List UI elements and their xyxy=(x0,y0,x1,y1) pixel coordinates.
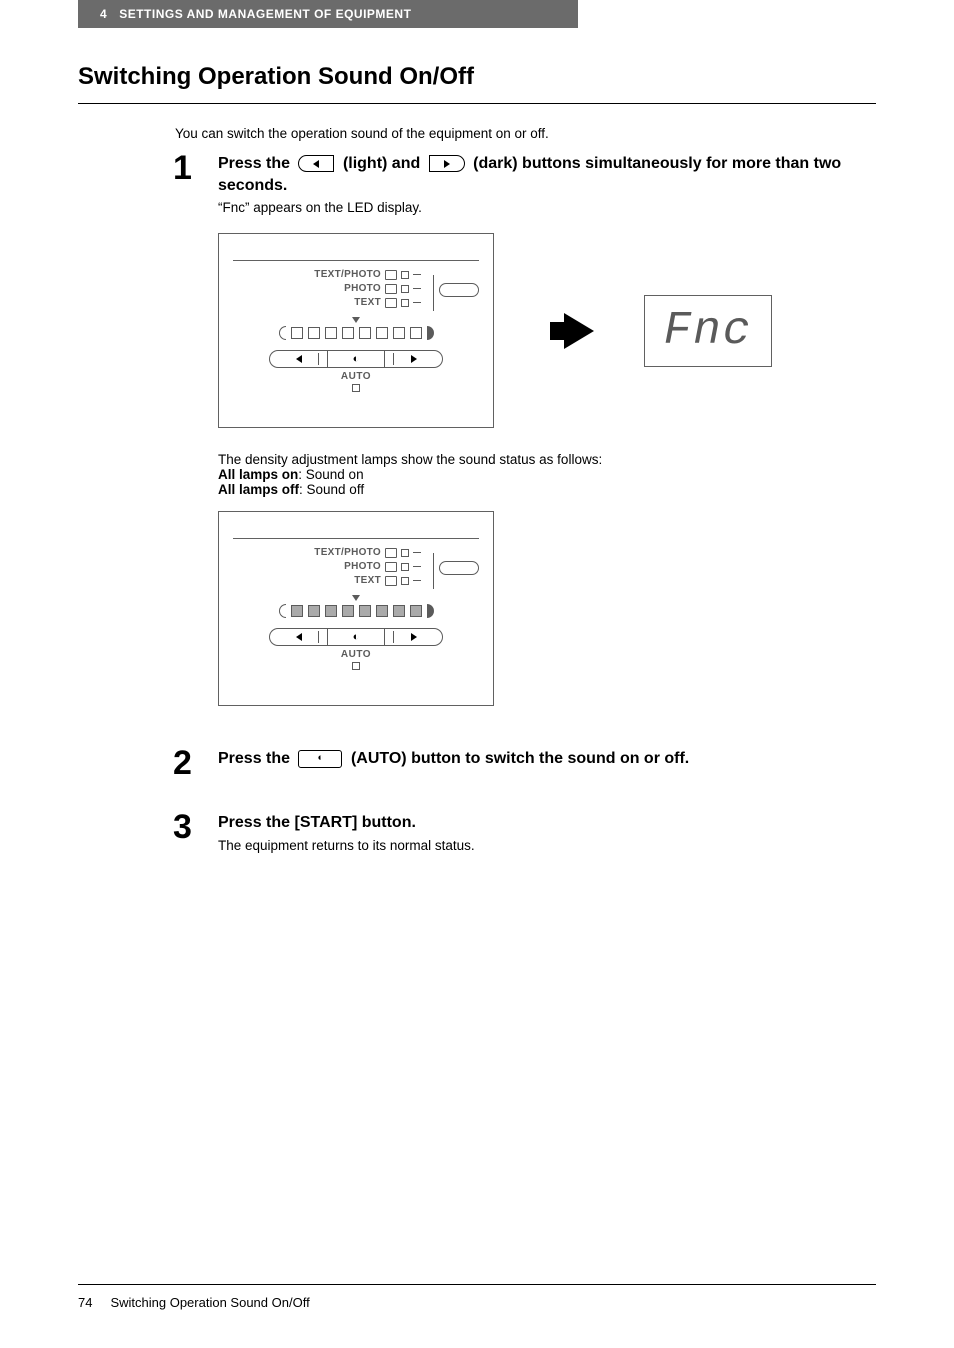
mode-select-button xyxy=(439,283,479,297)
density-controls: ◐ xyxy=(233,628,479,646)
step-number: 1 xyxy=(173,151,218,215)
step-note: “Fnc” appears on the LED display. xyxy=(218,200,876,215)
mode-label: PHOTO xyxy=(303,283,381,294)
status-on-desc: : Sound on xyxy=(298,467,363,482)
status-off-label: All lamps off xyxy=(218,482,299,497)
arrow-right-icon xyxy=(564,313,594,349)
footer-title: Switching Operation Sound On/Off xyxy=(110,1295,309,1310)
control-panel-diagram: TEXT/PHOTO PHOTO TEXT ◐ AUTO xyxy=(218,233,494,428)
page-number: 74 xyxy=(78,1295,92,1310)
chapter-number: 4 xyxy=(100,7,107,21)
chapter-header: 4 SETTINGS AND MANAGEMENT OF EQUIPMENT xyxy=(78,0,578,28)
density-controls: ◐ xyxy=(233,350,479,368)
auto-label: AUTO xyxy=(233,371,479,382)
step-number: 3 xyxy=(173,810,218,853)
step-3: 3 Press the [START] button. The equipmen… xyxy=(173,810,876,853)
light-button-icon xyxy=(298,155,334,172)
title-rule xyxy=(78,103,876,104)
page-title: Switching Operation Sound On/Off xyxy=(78,63,876,91)
mode-label: TEXT/PHOTO xyxy=(303,547,381,558)
text: Press the xyxy=(218,750,294,767)
page-content: Switching Operation Sound On/Off You can… xyxy=(0,28,954,853)
status-intro: The density adjustment lamps show the so… xyxy=(218,452,876,467)
mode-label: TEXT xyxy=(303,297,381,308)
status-on-label: All lamps on xyxy=(218,467,298,482)
auto-button-icon: ◐ xyxy=(298,750,342,768)
auto-label: AUTO xyxy=(233,649,479,660)
page-footer: 74 Switching Operation Sound On/Off xyxy=(78,1284,876,1310)
status-off-desc: : Sound off xyxy=(299,482,364,497)
mode-label: TEXT/PHOTO xyxy=(303,269,381,280)
chapter-title: SETTINGS AND MANAGEMENT OF EQUIPMENT xyxy=(119,7,411,21)
text: (light) and xyxy=(343,155,425,172)
led-text: Fnc xyxy=(664,308,753,354)
text: Press the xyxy=(218,155,294,172)
mode-label: TEXT xyxy=(303,575,381,586)
figure-row-1: TEXT/PHOTO PHOTO TEXT ◐ AUTO xyxy=(218,233,876,428)
step-body: Press the (light) and (dark) buttons sim… xyxy=(218,151,876,215)
control-panel-diagram: TEXT/PHOTO PHOTO TEXT ◐ AUTO xyxy=(218,511,494,706)
figure-row-2: TEXT/PHOTO PHOTO TEXT ◐ AUTO xyxy=(218,511,876,706)
intro-text: You can switch the operation sound of th… xyxy=(175,126,876,141)
density-lamps-off xyxy=(233,326,479,340)
mode-label: PHOTO xyxy=(303,561,381,572)
step-heading: Press the ◐ (AUTO) button to switch the … xyxy=(218,748,876,770)
step-number: 2 xyxy=(173,746,218,780)
status-block: The density adjustment lamps show the so… xyxy=(218,452,876,497)
step-heading: Press the (light) and (dark) buttons sim… xyxy=(218,153,876,196)
step-2: 2 Press the ◐ (AUTO) button to switch th… xyxy=(173,746,876,780)
step-heading: Press the [START] button. xyxy=(218,812,876,834)
step-1: 1 Press the (light) and (dark) buttons s… xyxy=(173,151,876,215)
dark-button-icon xyxy=(429,155,465,172)
led-display: Fnc xyxy=(644,295,772,367)
step-body: Press the [START] button. The equipment … xyxy=(218,810,876,853)
step-note: The equipment returns to its normal stat… xyxy=(218,838,876,853)
text: (AUTO) button to switch the sound on or … xyxy=(351,750,689,767)
mode-select-button xyxy=(439,561,479,575)
step-body: Press the ◐ (AUTO) button to switch the … xyxy=(218,746,876,780)
density-lamps-on xyxy=(233,604,479,618)
